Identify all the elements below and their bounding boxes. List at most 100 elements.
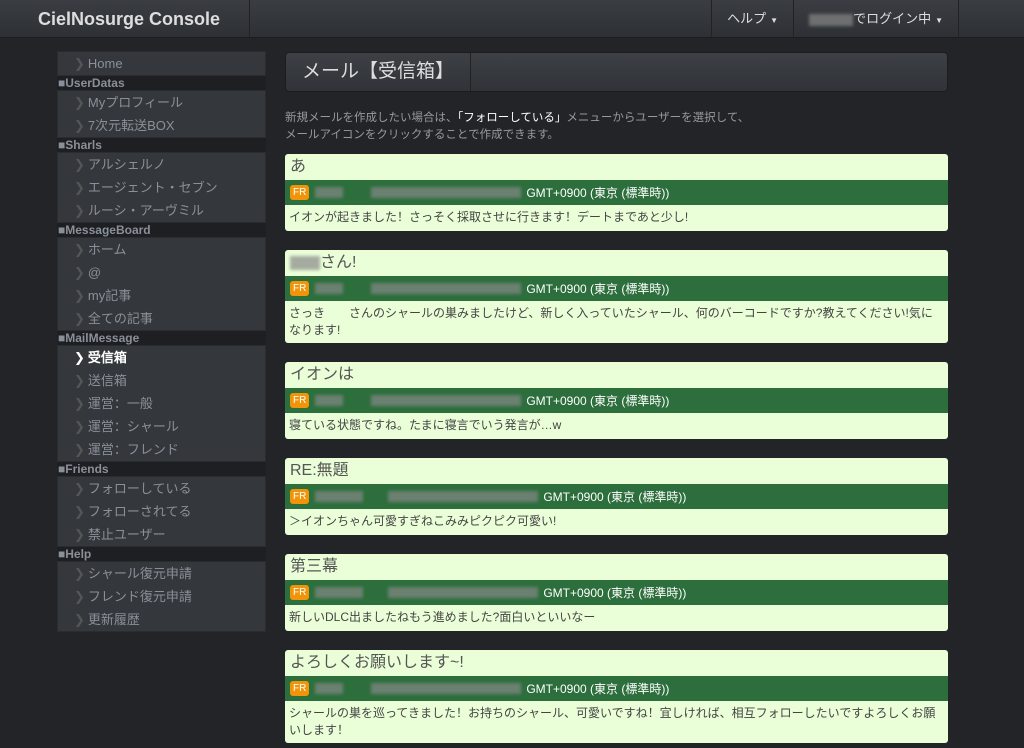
sidebar-group: ❯ フォローしている ❯ フォローされてる ❯ 禁止ユーザー bbox=[57, 476, 266, 547]
sidebar-item-label: 禁止ユーザー bbox=[87, 527, 166, 542]
sidebar-item-label: 運営：一般 bbox=[87, 396, 153, 411]
sidebar-item[interactable]: ❯ 禁止ユーザー bbox=[58, 523, 265, 546]
blurred-sender bbox=[315, 187, 344, 198]
sidebar-item-label: Home bbox=[87, 56, 123, 71]
mail-title-text: あ bbox=[290, 158, 307, 175]
sidebar-item[interactable]: ❯ Myプロフィール bbox=[58, 91, 265, 114]
mail-meta: FR GMT+0900 (東京 (標準時)) bbox=[285, 484, 948, 509]
mail-body: イオンが起きました！さっそく採取させに行きます！デートまであと少し! bbox=[289, 210, 689, 224]
sidebar-item[interactable]: ❯ 全ての記事 bbox=[58, 307, 265, 330]
sidebar-item[interactable]: ❯ アルシェルノ bbox=[58, 153, 265, 176]
sidebar-item-label: シャール復元申請 bbox=[87, 566, 192, 581]
sidebar-item[interactable]: ❯ 運営：一般 bbox=[58, 392, 265, 415]
sidebar-item[interactable]: ❯ フォローしている bbox=[58, 477, 265, 500]
sidebar-section-header: ■Sharls bbox=[57, 138, 266, 152]
main-content: メール【受信箱】 新規メールを作成したい場合は、「フォローしている」メニューから… bbox=[285, 52, 948, 743]
mail-card[interactable]: よろしくお願いします~! FR GMT+0900 (東京 (標準時)) シャールの… bbox=[285, 650, 948, 743]
blurred-date bbox=[371, 395, 522, 406]
chevron-right-icon: ❯ bbox=[74, 265, 85, 280]
mail-title[interactable]: よろしくお願いします~! bbox=[285, 650, 948, 676]
blurred-sender bbox=[315, 683, 344, 694]
blurred-sender bbox=[315, 491, 364, 502]
intro-pre: 新規メールを作成したい場合は、 bbox=[285, 112, 458, 124]
sidebar-item[interactable]: ❯ 運営：シャール bbox=[58, 415, 265, 438]
chevron-right-icon: ❯ bbox=[74, 566, 85, 581]
fr-badge: FR bbox=[290, 393, 310, 408]
sidebar-item[interactable]: ❯ フォローされてる bbox=[58, 500, 265, 523]
sidebar-item[interactable]: ❯ @ bbox=[58, 261, 265, 284]
sidebar-group: ❯ アルシェルノ ❯ エージェント・セブン ❯ ルーシ・アーヴミル bbox=[57, 152, 266, 223]
chevron-right-icon: ❯ bbox=[74, 118, 85, 133]
blurred-sender bbox=[315, 395, 344, 406]
sidebar-item[interactable]: ❯ ルーシ・アーヴミル bbox=[58, 199, 265, 222]
sidebar-item-label: ホーム bbox=[87, 242, 127, 257]
sidebar-item[interactable]: ❯ 受信箱 bbox=[58, 346, 265, 369]
chevron-right-icon: ❯ bbox=[74, 288, 85, 303]
intro-line2: メールアイコンをクリックすることで作成できます。 bbox=[285, 129, 559, 141]
sidebar-item-label: 運営：フレンド bbox=[87, 442, 179, 457]
mail-title[interactable]: 第三幕 bbox=[285, 554, 948, 580]
blurred-sender bbox=[315, 283, 344, 294]
sidebar-item-label: 受信箱 bbox=[87, 350, 127, 365]
chevron-right-icon: ❯ bbox=[74, 612, 85, 627]
caret-down-icon: ▼ bbox=[770, 16, 779, 25]
help-menu[interactable]: ヘルプ ▼ bbox=[711, 0, 793, 38]
brand-logo[interactable]: CielNosurge Console bbox=[0, 0, 250, 38]
blurred-date bbox=[371, 187, 522, 198]
help-label: ヘルプ bbox=[727, 11, 767, 26]
sidebar-item-label: 7次元転送BOX bbox=[87, 118, 175, 133]
mail-meta: FR GMT+0900 (東京 (標準時)) bbox=[285, 388, 948, 413]
mail-card[interactable]: あ FR GMT+0900 (東京 (標準時)) イオンが起きました！さっそく採取… bbox=[285, 154, 948, 231]
sidebar-section-header: ■MailMessage bbox=[57, 331, 266, 345]
blurred-name bbox=[290, 255, 320, 270]
mail-title-text: よろしくお願いします~! bbox=[290, 654, 464, 671]
mail-title-text: RE:無題 bbox=[290, 462, 349, 479]
sidebar-item[interactable]: ❯ 運営：フレンド bbox=[58, 438, 265, 461]
fr-badge: FR bbox=[290, 489, 310, 504]
sidebar-item-label: ルーシ・アーヴミル bbox=[87, 203, 204, 218]
mail-card[interactable]: RE:無題 FR GMT+0900 (東京 (標準時)) ＞イオンちゃん可愛すぎね… bbox=[285, 458, 948, 535]
blurred-username bbox=[809, 13, 854, 26]
sidebar-item[interactable]: ❯ Home bbox=[58, 52, 265, 75]
sidebar-item[interactable]: ❯ 送信箱 bbox=[58, 369, 265, 392]
login-label: でログイン中 bbox=[853, 11, 932, 26]
mail-body: 寝ている状態ですね。たまに寝言でいう発言が…w bbox=[289, 418, 562, 432]
mail-card[interactable]: さん! FR GMT+0900 (東京 (標準時)) さっき さんのシャールの巣み… bbox=[285, 250, 948, 343]
chevron-right-icon: ❯ bbox=[74, 527, 85, 542]
mail-body: さっき さんのシャールの巣みましたけど、新しく入っていたシャール、何のバーコード… bbox=[289, 306, 933, 337]
fr-badge: FR bbox=[290, 681, 310, 696]
sidebar-section-header: ■MessageBoard bbox=[57, 223, 266, 237]
fr-badge: FR bbox=[290, 281, 310, 296]
chevron-right-icon: ❯ bbox=[74, 95, 85, 110]
chevron-right-icon: ❯ bbox=[74, 504, 85, 519]
mail-title[interactable]: RE:無題 bbox=[285, 458, 948, 484]
sidebar-item[interactable]: ❯ ホーム bbox=[58, 238, 265, 261]
mail-title[interactable]: イオンは bbox=[285, 362, 948, 388]
chevron-right-icon: ❯ bbox=[74, 373, 85, 388]
mail-date: GMT+0900 (東京 (標準時)) bbox=[543, 490, 687, 504]
sidebar-item[interactable]: ❯ 7次元転送BOX bbox=[58, 114, 265, 137]
mail-card[interactable]: 第三幕 FR GMT+0900 (東京 (標準時)) 新しいDLC出ましたねもう進… bbox=[285, 554, 948, 631]
sidebar-item[interactable]: ❯ フレンド復元申請 bbox=[58, 585, 265, 608]
sidebar-item[interactable]: ❯ エージェント・セブン bbox=[58, 176, 265, 199]
mail-meta: FR GMT+0900 (東京 (標準時)) bbox=[285, 180, 948, 205]
sidebar-item-label: フレンド復元申請 bbox=[87, 589, 192, 604]
caret-down-icon: ▼ bbox=[935, 16, 943, 25]
navbar: CielNosurge Console ヘルプ ▼ でログイン中 ▼ bbox=[0, 0, 1024, 38]
mail-card[interactable]: イオンは FR GMT+0900 (東京 (標準時)) 寝ている状態ですね。たまに… bbox=[285, 362, 948, 439]
mail-title[interactable]: さん! bbox=[285, 250, 948, 276]
blurred-date bbox=[388, 491, 539, 502]
fr-badge: FR bbox=[290, 585, 310, 600]
mail-meta: FR GMT+0900 (東京 (標準時)) bbox=[285, 276, 948, 301]
user-menu[interactable]: でログイン中 ▼ bbox=[793, 0, 959, 38]
intro-link[interactable]: 「フォローしている」 bbox=[458, 112, 567, 124]
sidebar-item[interactable]: ❯ シャール復元申請 bbox=[58, 562, 265, 585]
chevron-right-icon: ❯ bbox=[74, 442, 85, 457]
mail-title[interactable]: あ bbox=[285, 154, 948, 180]
sidebar-item[interactable]: ❯ 更新履歴 bbox=[58, 608, 265, 631]
chevron-right-icon: ❯ bbox=[74, 419, 85, 434]
sidebar-item[interactable]: ❯ my記事 bbox=[58, 284, 265, 307]
sidebar-group: ❯ ホーム ❯ @ ❯ my記事 ❯ 全ての記事 bbox=[57, 237, 266, 331]
mail-title-text: 第三幕 bbox=[290, 558, 339, 575]
chevron-right-icon: ❯ bbox=[74, 203, 85, 218]
